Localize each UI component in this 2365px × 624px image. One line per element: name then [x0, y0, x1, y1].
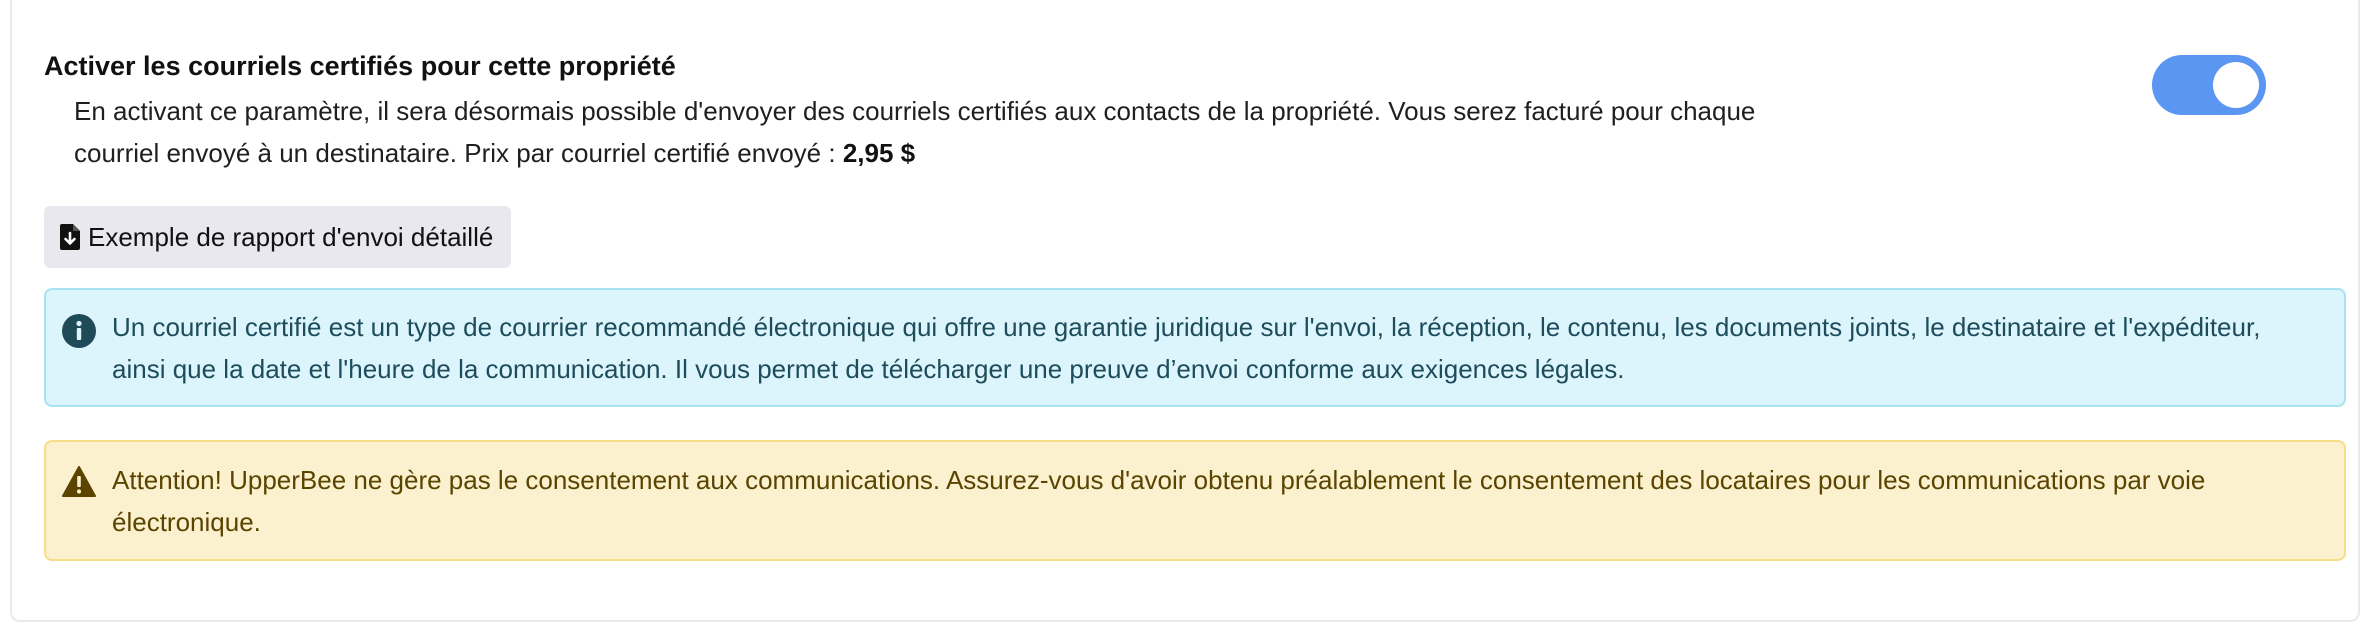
certified-email-toggle[interactable]	[2152, 55, 2266, 115]
setting-description: En activant ce paramètre, il sera désorm…	[74, 90, 1814, 174]
info-alert-text: Un courriel certifié est un type de cour…	[112, 312, 2261, 384]
setting-header: Activer les courriels certifiés pour cet…	[44, 48, 2284, 174]
info-alert: Un courriel certifié est un type de cour…	[44, 288, 2346, 407]
warning-alert: Attention! UpperBee ne gère pas le conse…	[44, 440, 2346, 561]
warning-triangle-icon	[62, 466, 96, 500]
price-value: 2,95 $	[842, 138, 916, 168]
sample-report-label: Exemple de rapport d'envoi détaillé	[88, 221, 494, 252]
info-circle-icon	[62, 314, 96, 348]
sample-report-button[interactable]: Exemple de rapport d'envoi détaillé	[44, 206, 512, 268]
file-download-icon	[60, 224, 80, 250]
setting-title: Activer les courriels certifiés pour cet…	[44, 51, 676, 81]
certified-email-settings-panel: Activer les courriels certifiés pour cet…	[10, 0, 2360, 622]
warning-alert-text: Attention! UpperBee ne gère pas le conse…	[112, 465, 2206, 537]
toggle-knob	[2213, 62, 2259, 108]
